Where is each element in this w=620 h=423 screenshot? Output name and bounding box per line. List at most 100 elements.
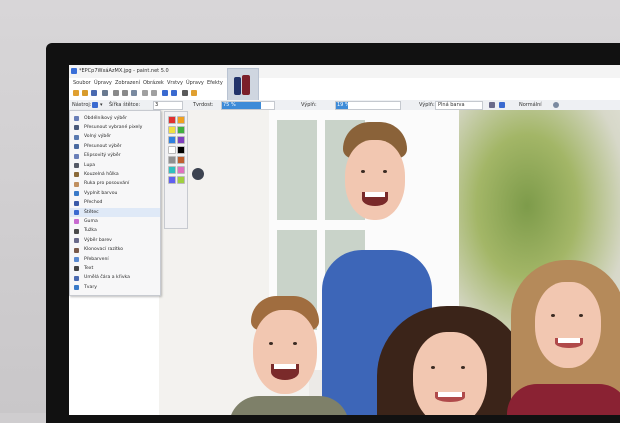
tool-item-label: Lupa [84,162,96,168]
menu-file[interactable]: Soubor [73,80,91,86]
tool-item[interactable]: Tvary [70,283,160,292]
palette-swatch[interactable] [168,116,176,124]
palette-swatch[interactable] [177,126,185,134]
new-icon[interactable] [73,90,79,96]
image-tab-thumbnail[interactable] [227,68,259,102]
tool-item[interactable]: Klonovací razítko [70,246,160,255]
menu-effects[interactable]: Efekty [207,80,223,86]
tool-item[interactable]: Tužka [70,227,160,236]
photo-eye [383,170,387,173]
fill-slider[interactable]: 19 % [335,101,401,110]
ruler-icon[interactable] [191,90,197,96]
tool-item-label: Umělá čára a křivka [84,275,130,281]
tool-item[interactable]: Guma [70,217,160,226]
tool-item[interactable]: Vyplnit barvou [70,189,160,198]
rect-select-icon [74,116,79,121]
tool-item[interactable]: Obdélníkový výběr [70,114,160,123]
layer-properties-icon[interactable] [553,102,559,108]
fill-mode-dropdown[interactable]: Plná barva [435,101,483,110]
palette-swatch[interactable] [168,136,176,144]
tool-item[interactable]: Výběr barev [70,236,160,245]
bucket-icon [74,191,79,197]
photo-boy-left [229,296,349,415]
tool-item-label: Elipsovitý výběr [84,153,121,159]
palette-swatch[interactable] [177,116,185,124]
zoom-icon [74,163,79,168]
photo-woman [377,306,527,415]
crop-icon[interactable] [142,90,148,96]
window-title: *EPCp7WxáAzMX.jpg - paint.net 5.0 [79,68,169,74]
tool-item-label: Guma [84,218,98,224]
blend-mode-value[interactable]: Normální [519,102,542,108]
palette-swatch[interactable] [177,176,185,184]
photo-boy-left-sweater [229,396,349,415]
tool-item[interactable]: Text [70,264,160,273]
brush-width-label: Šířka štětce: [109,102,141,108]
ellipse-select-icon [74,153,79,159]
recolor-icon [74,257,79,262]
photo-girl-sweater [507,384,620,415]
photo-teeth [365,192,385,197]
tool-item[interactable]: Elipsovitý výběr [70,152,160,161]
grid-icon[interactable] [182,90,188,96]
palette-swatch[interactable] [168,166,176,174]
brush-icon [74,210,79,215]
tool-item-label: Přebarvení [84,256,109,262]
cut-icon[interactable] [113,90,119,96]
menu-layers[interactable]: Vrstvy [167,80,183,86]
photo-eye [431,366,435,369]
fill-mode-label: Výplň: [419,102,435,108]
photo-eye [461,366,465,369]
palette-swatch[interactable] [168,156,176,164]
shapes-icon [74,285,79,291]
palette-swatch[interactable] [177,146,185,154]
palette-swatch[interactable] [168,126,176,134]
photo-window-pane [277,120,317,220]
tool-item-label: Text [84,265,94,271]
palette-swatch[interactable] [168,146,176,154]
tool-item[interactable]: Ruka pro posouvání [70,180,160,189]
paste-icon[interactable] [131,90,137,96]
tool-item-label: Přesunout vybrané pixely [84,124,143,130]
pan-icon [74,181,79,187]
tool-item[interactable]: Přebarvení [70,255,160,264]
palette-swatch[interactable] [177,156,185,164]
blend-mode-icon[interactable] [499,102,505,108]
canvas-photo[interactable] [159,110,620,415]
tool-item[interactable]: Štětec [70,208,160,217]
tool-item[interactable]: Umělá čára a křivka [70,274,160,283]
redo-icon[interactable] [171,90,177,96]
tool-item[interactable]: Volný výběr [70,133,160,142]
save-icon[interactable] [91,90,97,96]
print-icon[interactable] [102,90,108,96]
copy-icon[interactable] [122,90,128,96]
color-palette-panel [164,111,188,229]
tool-item[interactable]: Kouzelná hůlka [70,170,160,179]
tool-item[interactable]: Přechod [70,199,160,208]
antialias-icon[interactable] [489,102,495,108]
tool-dropdown-chevron-icon[interactable]: ▾ [100,102,103,108]
menu-adjustments[interactable]: Úpravy [186,80,204,86]
tool-item[interactable]: Přesunout vybrané pixely [70,123,160,132]
photo-girl-mouth [555,338,583,348]
photo-boy-left-face [253,310,317,394]
open-icon[interactable] [82,90,88,96]
current-tool-brush-icon[interactable] [92,102,98,108]
color-picker-icon [74,238,79,244]
photo-eye [293,342,297,345]
tool-item[interactable]: Lupa [70,161,160,170]
app-icon [71,68,77,74]
title-bar: *EPCp7WxáAzMX.jpg - paint.net 5.0 [69,65,620,78]
hardness-slider[interactable]: 75 % [221,101,275,110]
palette-swatch[interactable] [168,176,176,184]
menu-edit[interactable]: Úpravy [94,80,112,86]
photo-teeth [274,364,296,369]
brush-width-field[interactable]: 3 [153,101,183,110]
undo-icon[interactable] [162,90,168,96]
palette-swatch[interactable] [177,136,185,144]
palette-swatch[interactable] [177,166,185,174]
menu-view[interactable]: Zobrazení [115,80,140,86]
tool-item[interactable]: Přesunout výběr [70,142,160,151]
deselect-icon[interactable] [151,90,157,96]
menu-image[interactable]: Obrázek [143,80,164,86]
